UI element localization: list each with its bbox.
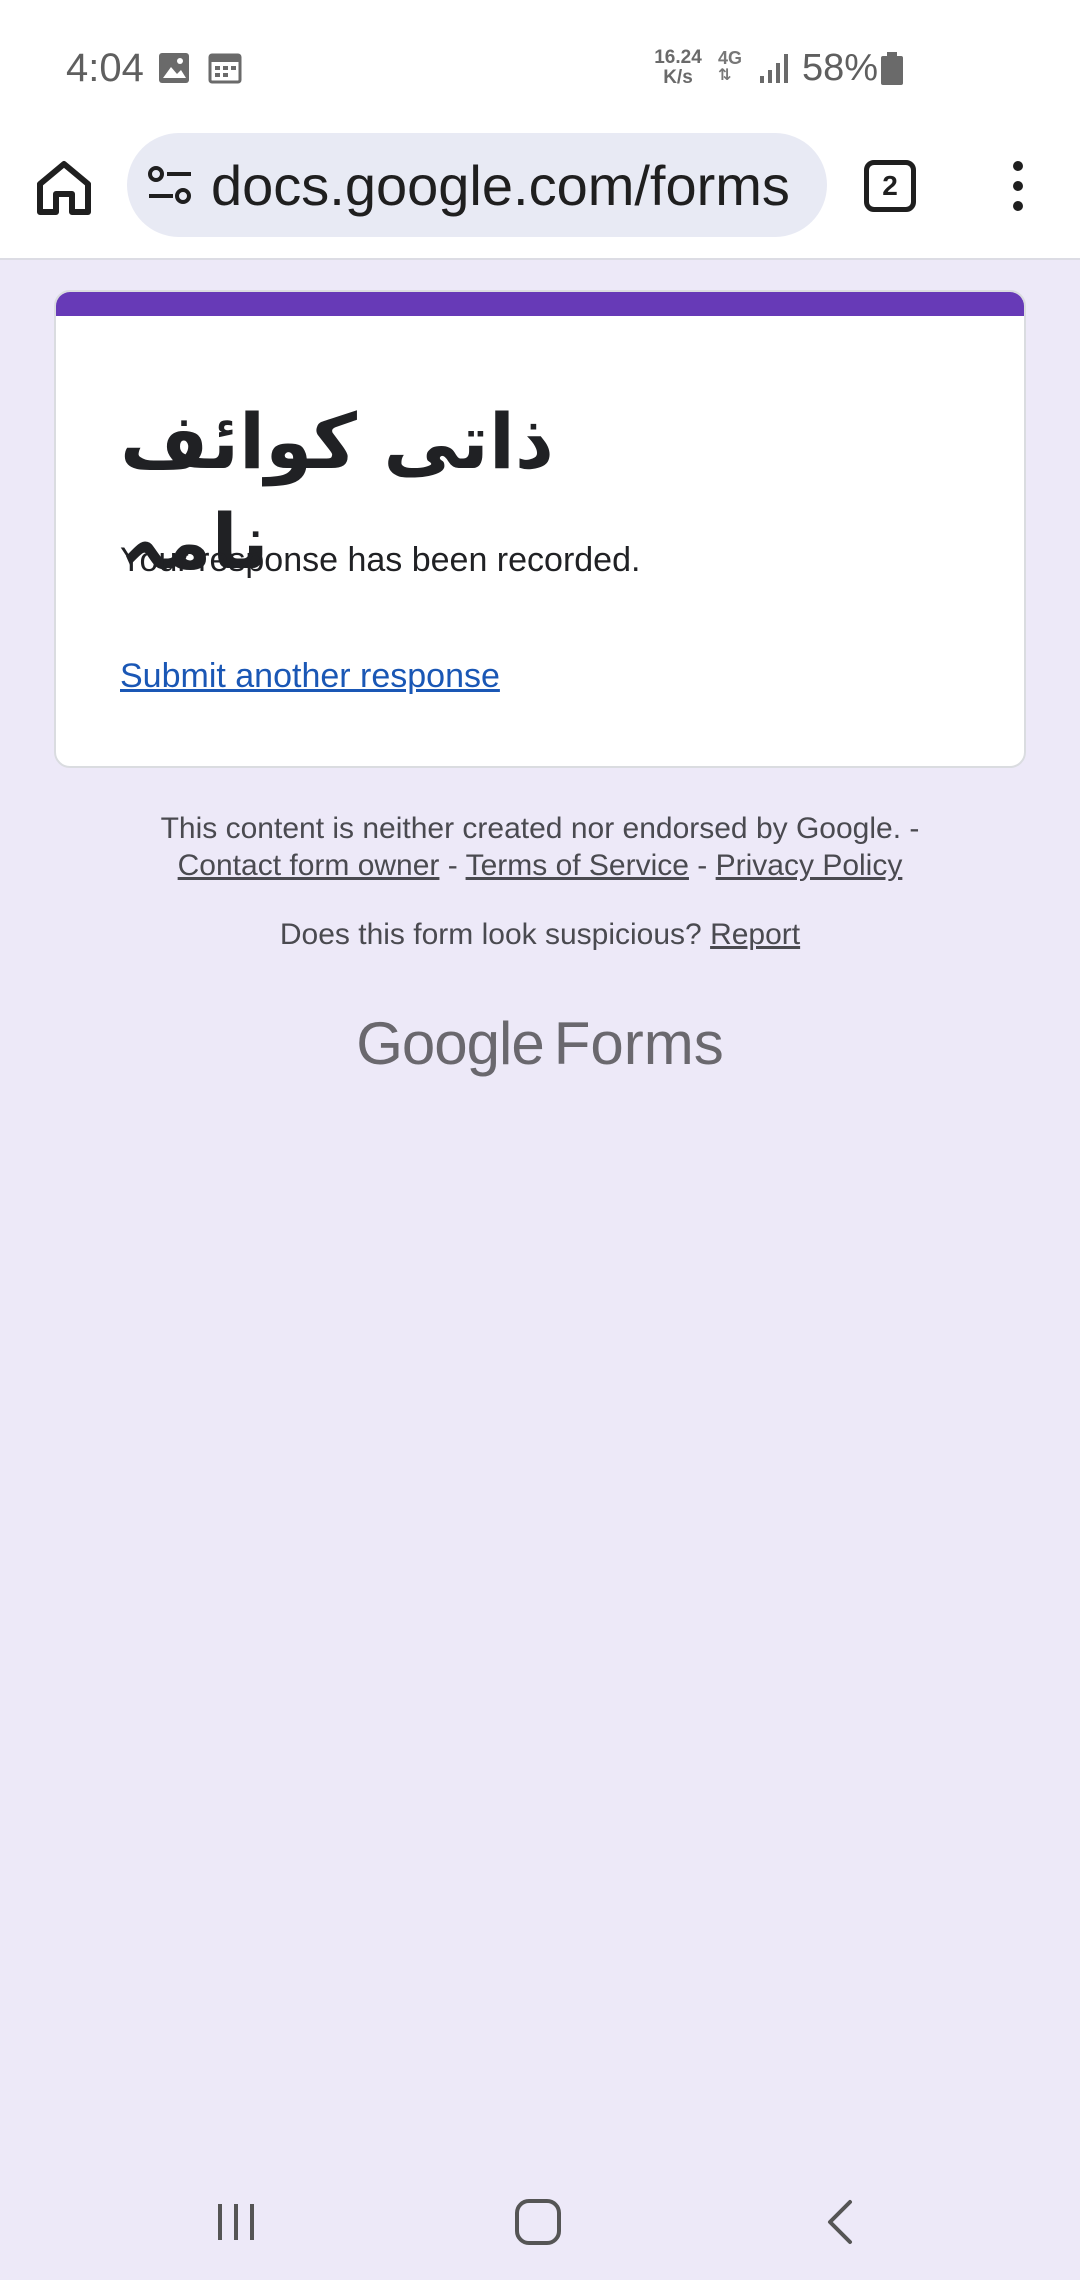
network-type: 4G ⇅: [718, 48, 743, 84]
calendar-icon: [208, 53, 242, 84]
data-arrows-icon: ⇅: [718, 67, 732, 84]
logo-google-text: Google: [356, 1010, 544, 1077]
browser-toolbar: docs.google.com/forms 2: [0, 128, 1080, 260]
system-nav-bar: [0, 2160, 1080, 2280]
response-card: ذاتی کوائف نامہ Your response has been r…: [54, 290, 1026, 768]
home-button-icon[interactable]: [508, 2192, 568, 2252]
google-forms-logo[interactable]: Google Forms: [0, 1004, 1080, 1084]
status-time: 4:04: [66, 46, 144, 90]
network-speed: 16.24 K/s: [654, 47, 702, 88]
suspicious-prompt: Does this form look suspicious?: [279, 918, 702, 951]
back-icon[interactable]: [810, 2192, 870, 2252]
disclaimer: This content is neither created nor endo…: [60, 810, 1020, 884]
disclaimer-text: This content is neither created nor endo…: [160, 812, 920, 845]
separator: -: [447, 849, 458, 882]
contact-form-owner-link[interactable]: Contact form owner: [178, 849, 440, 882]
privacy-policy-link[interactable]: Privacy Policy: [716, 849, 903, 882]
image-icon: [159, 53, 189, 83]
recent-apps-icon[interactable]: [206, 2192, 266, 2252]
terms-of-service-link[interactable]: Terms of Service: [466, 849, 689, 882]
site-settings-icon[interactable]: [147, 163, 193, 207]
suspicious-form-notice: Does this form look suspicious? Report: [60, 916, 1020, 954]
battery-percentage: 58%: [802, 47, 879, 89]
more-menu-icon[interactable]: [995, 156, 1041, 216]
form-accent-bar: [56, 292, 1024, 316]
separator: -: [697, 849, 708, 882]
status-bar: 4:04 16.24 K/s 4G ⇅ 58%: [0, 0, 1080, 128]
address-bar[interactable]: docs.google.com/forms: [127, 133, 827, 237]
signal-icon: [760, 54, 788, 83]
report-link[interactable]: Report: [710, 918, 800, 951]
logo-forms-text: Forms: [553, 1010, 724, 1077]
home-icon[interactable]: [30, 154, 98, 222]
url-text[interactable]: docs.google.com/forms: [211, 155, 790, 217]
confirmation-message: Your response has been recorded.: [120, 541, 641, 579]
battery-icon: [881, 52, 903, 85]
tab-switcher-button[interactable]: 2: [864, 160, 916, 212]
submit-another-response-link[interactable]: Submit another response: [120, 654, 500, 698]
